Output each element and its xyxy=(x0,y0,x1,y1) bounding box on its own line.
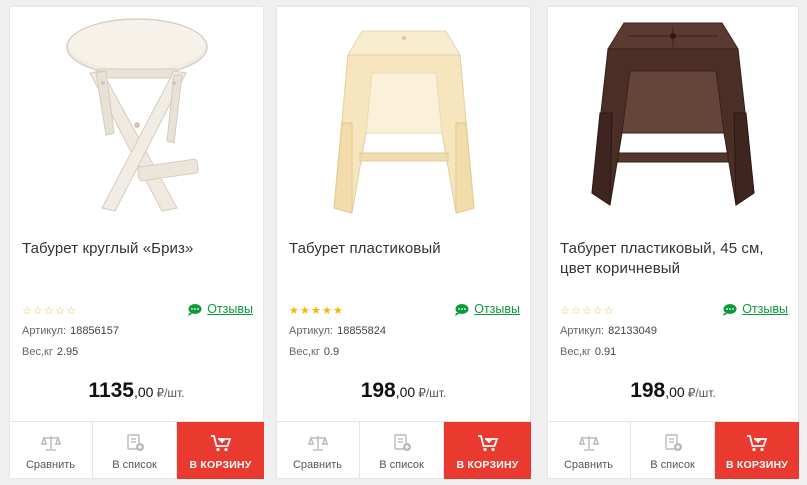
chat-bubble-icon xyxy=(723,303,737,316)
list-add-icon xyxy=(126,434,144,451)
star-full-icon: ★ xyxy=(311,305,322,317)
star-full-icon: ★ xyxy=(289,305,300,317)
product-actions: Сравнить В список В КОРЗИНУ xyxy=(547,421,799,479)
cart-label: В КОРЗИНУ xyxy=(726,459,788,471)
add-to-list-button[interactable]: В список xyxy=(631,422,715,479)
list-label: В список xyxy=(650,459,695,471)
price-cents: ,00 xyxy=(665,384,685,400)
scales-icon xyxy=(307,435,328,451)
cart-label: В КОРЗИНУ xyxy=(189,459,252,471)
cart-label: В КОРЗИНУ xyxy=(456,459,519,471)
sku-value: 18856157 xyxy=(70,325,120,337)
compare-button[interactable]: Сравнить xyxy=(547,422,631,479)
reviews-label[interactable]: Отзывы xyxy=(207,302,253,316)
reviews-link[interactable]: Отзывы xyxy=(722,302,788,316)
chat-bubble-icon xyxy=(188,303,202,316)
star-empty-icon: ☆ xyxy=(571,305,582,317)
compare-label: Сравнить xyxy=(292,459,342,471)
star-empty-icon: ☆ xyxy=(33,305,44,317)
list-label: В список xyxy=(379,459,424,471)
product-title[interactable]: Табурет пластиковый xyxy=(289,239,520,259)
price-main: 1135 xyxy=(88,379,134,402)
weight-label: Вес,кг xyxy=(22,346,53,358)
product-image[interactable] xyxy=(548,7,798,227)
reviews-label[interactable]: Отзывы xyxy=(474,302,520,316)
price-main: 198 xyxy=(630,379,666,402)
star-empty-icon: ☆ xyxy=(582,305,593,317)
reviews-link[interactable]: Отзывы xyxy=(454,302,520,316)
product-card: Табурет круглый «Бриз» ☆☆☆☆☆ Отзывы Арти… xyxy=(9,6,264,479)
beige-plastic-stool-image xyxy=(332,30,475,214)
price-unit: ₽/шт. xyxy=(418,386,447,400)
star-full-icon: ★ xyxy=(322,305,333,317)
add-to-list-button[interactable]: В список xyxy=(360,422,444,479)
reviews-link[interactable]: Отзывы xyxy=(187,302,253,316)
star-empty-icon: ☆ xyxy=(66,305,77,317)
product-title[interactable]: Табурет пластиковый, 45 см, цвет коричне… xyxy=(560,239,788,279)
compare-button[interactable]: Сравнить xyxy=(9,422,93,479)
weight-value: 0.9 xyxy=(323,346,340,358)
star-empty-icon: ☆ xyxy=(44,305,55,317)
list-add-icon xyxy=(393,434,411,451)
rating-stars: ☆☆☆☆☆ xyxy=(560,304,615,317)
sku-value: 18855824 xyxy=(337,325,387,337)
chat-bubble-icon xyxy=(455,303,469,316)
product-grid: Табурет круглый «Бриз» ☆☆☆☆☆ Отзывы Арти… xyxy=(0,0,807,485)
sku-label: Артикул: xyxy=(22,325,67,337)
star-empty-icon: ☆ xyxy=(560,305,571,317)
product-card: Табурет пластиковый, 45 см, цвет коричне… xyxy=(547,6,799,479)
add-to-list-button[interactable]: В список xyxy=(93,422,177,479)
round-wooden-stool-image xyxy=(65,18,208,212)
product-specs: Артикул: 82133049 Вес,кг 0.91 xyxy=(560,321,657,363)
price-cents: ,00 xyxy=(133,384,154,400)
add-to-cart-button[interactable]: В КОРЗИНУ xyxy=(715,422,799,479)
add-to-cart-button[interactable]: В КОРЗИНУ xyxy=(444,422,531,479)
product-actions: Сравнить В список В КОРЗИНУ xyxy=(9,421,264,479)
cart-plus-icon xyxy=(747,435,768,452)
cart-plus-icon xyxy=(210,435,231,452)
rating-stars: ☆☆☆☆☆ xyxy=(22,304,77,317)
star-empty-icon: ☆ xyxy=(604,305,615,317)
scales-icon xyxy=(40,435,61,451)
product-price: 198,00 ₽/шт. xyxy=(548,379,798,403)
product-image[interactable] xyxy=(10,7,263,227)
star-empty-icon: ☆ xyxy=(55,305,66,317)
weight-value: 0.91 xyxy=(594,346,617,358)
price-unit: ₽/шт. xyxy=(156,386,185,400)
list-label: В список xyxy=(112,459,157,471)
cart-plus-icon xyxy=(477,435,498,452)
price-unit: ₽/шт. xyxy=(687,386,716,400)
weight-value: 2.95 xyxy=(56,346,79,358)
compare-label: Сравнить xyxy=(563,459,613,471)
product-price: 198,00 ₽/шт. xyxy=(277,379,530,403)
product-image[interactable] xyxy=(277,7,530,227)
list-add-icon xyxy=(664,434,682,451)
scales-icon xyxy=(578,435,599,451)
reviews-label[interactable]: Отзывы xyxy=(742,302,788,316)
sku-label: Артикул: xyxy=(560,325,605,337)
star-empty-icon: ☆ xyxy=(593,305,604,317)
product-actions: Сравнить В список В КОРЗИНУ xyxy=(276,421,531,479)
weight-label: Вес,кг xyxy=(289,346,320,358)
product-specs: Артикул: 18856157 Вес,кг 2.95 xyxy=(22,321,119,363)
product-specs: Артикул: 18855824 Вес,кг 0.9 xyxy=(289,321,386,363)
sku-label: Артикул: xyxy=(289,325,334,337)
product-card: Табурет пластиковый ★★★★★ Отзывы Артикул… xyxy=(276,6,531,479)
star-full-icon: ★ xyxy=(333,305,344,317)
price-cents: ,00 xyxy=(395,384,416,400)
price-main: 198 xyxy=(360,379,396,402)
product-price: 1135,00 ₽/шт. xyxy=(10,379,263,403)
add-to-cart-button[interactable]: В КОРЗИНУ xyxy=(177,422,264,479)
rating-stars: ★★★★★ xyxy=(289,304,344,317)
weight-label: Вес,кг xyxy=(560,346,591,358)
brown-plastic-stool-image xyxy=(591,22,755,206)
star-empty-icon: ☆ xyxy=(22,305,33,317)
compare-label: Сравнить xyxy=(25,459,75,471)
sku-value: 82133049 xyxy=(608,325,658,337)
star-full-icon: ★ xyxy=(300,305,311,317)
product-title[interactable]: Табурет круглый «Бриз» xyxy=(22,239,253,259)
compare-button[interactable]: Сравнить xyxy=(276,422,360,479)
